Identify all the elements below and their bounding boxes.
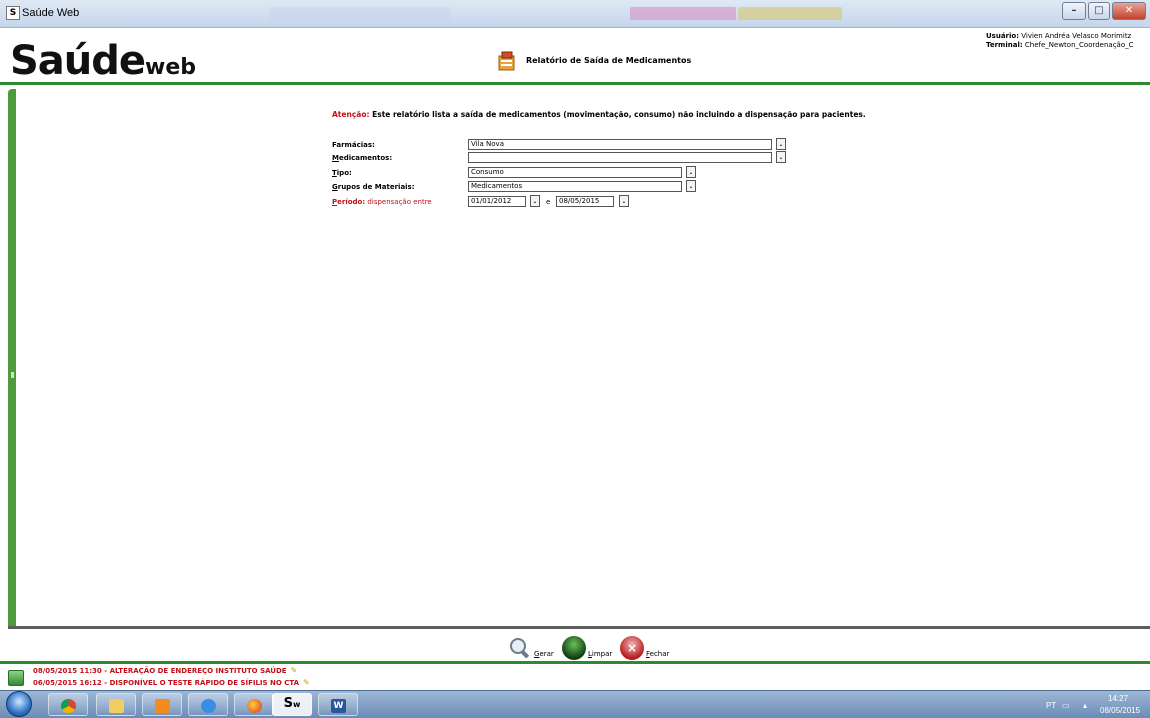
background-tab[interactable]: [738, 7, 842, 20]
background-tab[interactable]: [270, 7, 450, 20]
limpar-button[interactable]: Limpar: [588, 650, 612, 658]
word-taskbar-button[interactable]: W: [318, 693, 358, 716]
close-circle-icon[interactable]: ×: [620, 636, 644, 660]
tipo-field[interactable]: Consumo: [468, 167, 682, 178]
clock-date[interactable]: 08/05/2015: [1100, 706, 1140, 715]
page-title: Relatório de Saída de Medicamentos: [526, 56, 692, 65]
clear-icon[interactable]: [562, 636, 586, 660]
notice-text: Atenção: Este relatório lista a saída de…: [332, 110, 866, 119]
background-tab[interactable]: [630, 7, 736, 20]
ie-taskbar-button[interactable]: [188, 693, 228, 716]
language-indicator[interactable]: PT: [1046, 701, 1056, 710]
tray-expand-icon[interactable]: ▴: [1083, 701, 1087, 710]
collapse-handle-icon[interactable]: [11, 372, 14, 378]
user-info: Usuário: Vivien Andréa Velasco Morimitz …: [986, 32, 1134, 50]
terminal-label: Terminal:: [986, 41, 1023, 49]
medicamentos-lookup-button[interactable]: .: [776, 151, 786, 163]
logo-main-text: Saúde: [10, 38, 146, 84]
saude-web-taskbar-button[interactable]: Sw: [272, 693, 312, 716]
chrome-taskbar-button[interactable]: [48, 693, 88, 716]
medicamentos-label-first: M: [332, 154, 339, 162]
clock-time[interactable]: 14:27: [1108, 694, 1128, 703]
start-button[interactable]: [6, 691, 32, 717]
close-button[interactable]: ✕: [1112, 2, 1146, 20]
news-icon: [8, 670, 24, 686]
folder-icon: [109, 699, 124, 713]
window-title: Saúde Web: [22, 7, 80, 19]
gerar-button[interactable]: Gerar: [534, 650, 554, 658]
grupos-label-rest: rupos de Materiais:: [337, 183, 415, 191]
report-icon: [498, 51, 515, 71]
logo-sub-text: web: [145, 55, 197, 80]
news-item[interactable]: 06/05/2015 16:12 - DISPONÍVEL O TESTE RÁ…: [33, 678, 310, 687]
farmacias-label: Farmácias:: [332, 141, 375, 149]
farmacias-field[interactable]: Vila Nova: [468, 139, 772, 150]
news-item[interactable]: 08/05/2015 11:30 - ALTERAÇÃO DE ENDEREÇO…: [33, 666, 297, 675]
main-panel-bottom-border: [8, 626, 1150, 629]
side-collapse-bar[interactable]: [8, 89, 16, 629]
fechar-button[interactable]: Fechar: [646, 650, 669, 658]
header-divider: [0, 82, 1150, 85]
tipo-label-rest: ipo:: [336, 169, 352, 177]
periodo-start-field[interactable]: 01/01/2012: [468, 196, 526, 207]
periodo-label-suffix: dispensação entre: [367, 198, 432, 206]
grupos-lookup-button[interactable]: .: [686, 180, 696, 192]
internet-explorer-icon: [201, 699, 216, 713]
user-value: Vivien Andréa Velasco Morimitz: [1021, 32, 1132, 40]
periodo-label: Período: dispensação entre: [332, 198, 432, 206]
periodo-label-rest: eríodo:: [337, 198, 366, 206]
medicamentos-field[interactable]: [468, 152, 772, 163]
periodo-and-text: e: [546, 198, 551, 206]
grupos-label: Grupos de Materiais:: [332, 183, 415, 191]
explorer-taskbar-button[interactable]: [96, 693, 136, 716]
window-title-bar: S Saúde Web – □ ✕: [0, 0, 1150, 28]
terminal-value: Chefe_Newton_Coordenação_C: [1024, 41, 1134, 49]
medicamentos-label-rest: edicamentos:: [338, 154, 393, 162]
periodo-start-calendar-button[interactable]: .: [530, 195, 540, 207]
maximize-button[interactable]: □: [1088, 2, 1110, 20]
farmacias-label-rest: armácias:: [336, 141, 375, 149]
chrome-icon: [61, 699, 76, 713]
keyboard-icon[interactable]: ▭: [1062, 701, 1070, 710]
notice-label: Atenção:: [332, 110, 370, 119]
firefox-taskbar-button[interactable]: [234, 693, 274, 716]
firefox-icon: [247, 699, 262, 713]
saude-web-logo: Saúdeweb: [10, 38, 196, 84]
periodo-end-calendar-button[interactable]: .: [619, 195, 629, 207]
word-icon: W: [331, 699, 346, 713]
media-taskbar-button[interactable]: [142, 693, 182, 716]
farmacias-lookup-button[interactable]: .: [776, 138, 786, 150]
media-player-icon: [155, 699, 170, 713]
tipo-label: Tipo:: [332, 169, 352, 177]
medicamentos-label: Medicamentos:: [332, 154, 392, 162]
minimize-button[interactable]: –: [1062, 2, 1086, 20]
notice-body: Este relatório lista a saída de medicame…: [372, 110, 866, 119]
generate-magnifier-icon[interactable]: [508, 636, 532, 660]
edit-icon[interactable]: ✎: [291, 666, 298, 675]
edit-icon[interactable]: ✎: [303, 678, 310, 687]
saude-web-icon: Sw: [283, 696, 301, 711]
user-label: Usuário:: [986, 32, 1020, 40]
tipo-lookup-button[interactable]: .: [686, 166, 696, 178]
grupos-field[interactable]: Medicamentos: [468, 181, 682, 192]
periodo-end-field[interactable]: 08/05/2015: [556, 196, 614, 207]
app-logo-icon: S: [6, 6, 20, 20]
